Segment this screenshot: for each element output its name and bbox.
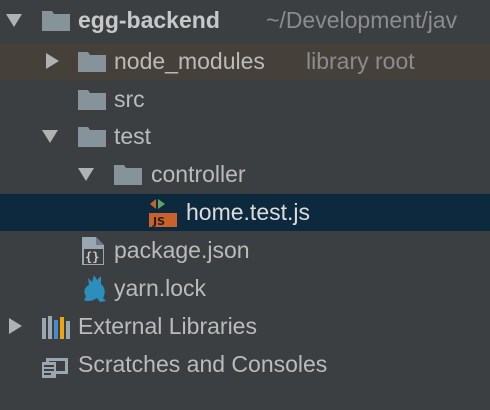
- folder-icon: [114, 165, 142, 185]
- tree-row-controller[interactable]: controller: [0, 156, 490, 193]
- tree-row-external-libraries[interactable]: External Libraries: [0, 308, 490, 345]
- test-label: test: [114, 123, 152, 149]
- library-root-hint: library root: [306, 48, 415, 74]
- scratches-label: Scratches and Consoles: [78, 351, 328, 377]
- expand-arrow-down-icon[interactable]: [78, 168, 94, 181]
- tree-row-yarn-lock[interactable]: yarn.lock: [0, 270, 490, 307]
- expand-arrow-right-icon[interactable]: [9, 318, 22, 334]
- folder-icon: [78, 127, 106, 147]
- folder-icon: [78, 90, 106, 110]
- expand-arrow-down-icon[interactable]: [42, 130, 58, 143]
- folder-icon: [78, 52, 106, 72]
- project-tree: egg-backend ~/Development/jav node_modul…: [0, 0, 490, 410]
- controller-label: controller: [151, 161, 246, 187]
- svg-text:{}: {}: [85, 250, 99, 264]
- svg-text:JS: JS: [152, 215, 165, 228]
- tree-row-node-modules[interactable]: node_modules library root: [0, 43, 490, 80]
- src-label: src: [114, 86, 145, 112]
- external-libraries-label: External Libraries: [78, 313, 257, 339]
- expand-arrow-right-icon[interactable]: [46, 53, 59, 69]
- package-json-label: package.json: [114, 237, 250, 263]
- project-name: egg-backend: [78, 7, 220, 33]
- tree-row-test[interactable]: test: [0, 118, 490, 155]
- tree-row-scratches[interactable]: Scratches and Consoles: [0, 346, 490, 383]
- tree-row-src[interactable]: src: [0, 81, 490, 118]
- home-test-label: home.test.js: [186, 199, 310, 225]
- js-test-file-icon: JS: [148, 197, 177, 228]
- json-file-icon: {}: [82, 237, 104, 265]
- node-modules-label: node_modules: [114, 48, 265, 74]
- tree-row-package-json[interactable]: {} package.json: [0, 232, 490, 269]
- libraries-icon: [42, 316, 70, 339]
- tree-row-project-root[interactable]: egg-backend ~/Development/jav: [0, 2, 490, 39]
- project-path: ~/Development/jav: [266, 7, 458, 33]
- scratches-icon: [42, 358, 68, 378]
- tree-row-home-test[interactable]: JS home.test.js: [0, 194, 490, 231]
- yarn-cat-icon: [84, 275, 106, 302]
- folder-icon: [42, 11, 70, 31]
- yarn-lock-label: yarn.lock: [114, 275, 207, 301]
- expand-arrow-down-icon[interactable]: [6, 14, 22, 27]
